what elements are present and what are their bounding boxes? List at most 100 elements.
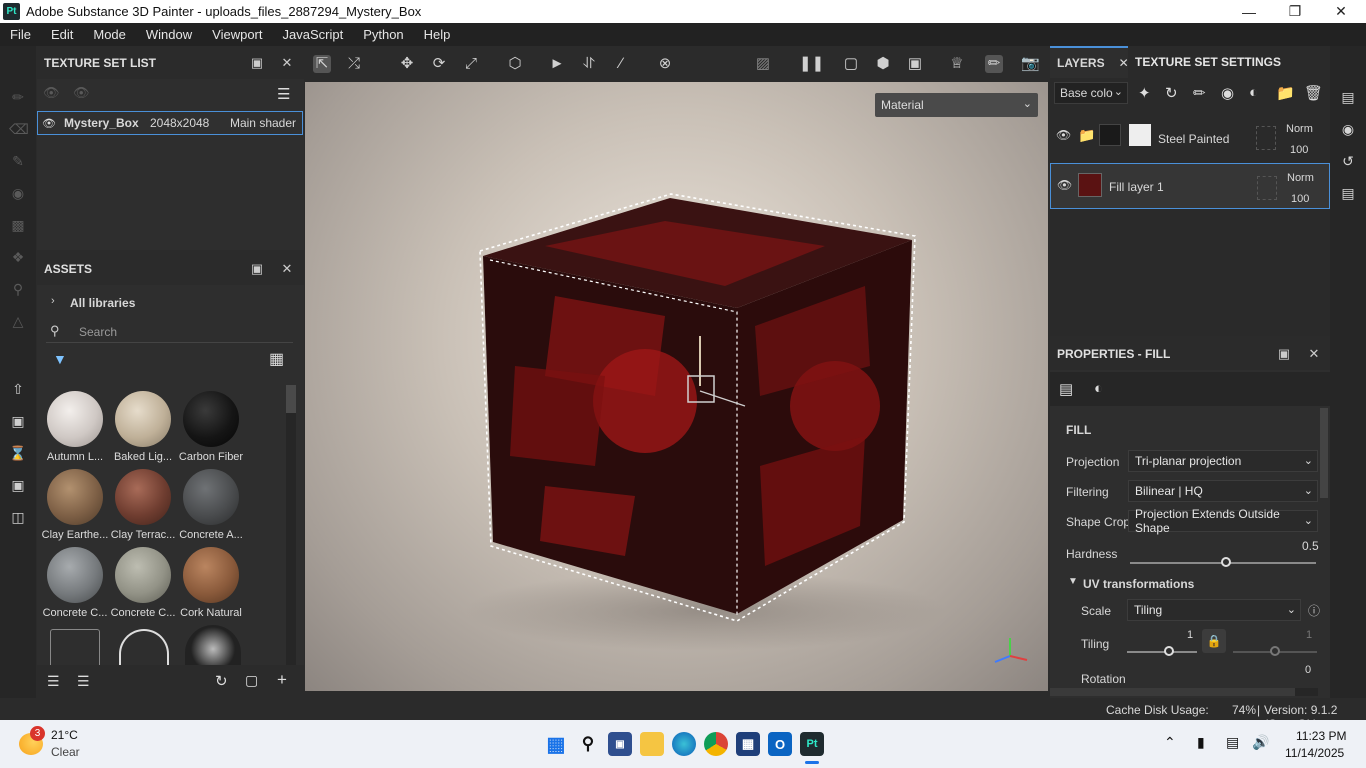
- visibility-icon[interactable]: 👁: [42, 117, 56, 130]
- chrome-icon[interactable]: [704, 732, 728, 756]
- minimize-icon[interactable]: —: [1226, 0, 1272, 23]
- 3d-viewport[interactable]: Material ⌄: [305, 46, 1048, 691]
- properties-hscrollbar[interactable]: [1050, 688, 1318, 696]
- layer-opacity[interactable]: 100: [1290, 144, 1308, 156]
- store-icon[interactable]: ▦: [736, 732, 760, 756]
- layer-row-fill-layer-1[interactable]: 👁 Fill layer 1 Norm 100: [1050, 163, 1330, 209]
- camera-icon[interactable]: ▣: [906, 55, 924, 73]
- display-settings-icon[interactable]: ⌛: [9, 444, 27, 462]
- eye-solo-icon[interactable]: 👁: [73, 85, 90, 101]
- asset-thumbnail-partial[interactable]: [185, 625, 241, 665]
- pause-icon[interactable]: ❚❚: [799, 55, 824, 73]
- menu-mode[interactable]: Mode: [83, 27, 136, 42]
- asset-clay-earthen[interactable]: Clay Earthe...: [41, 469, 109, 541]
- hardness-value[interactable]: 0.5: [1302, 539, 1319, 553]
- assets-scrollbar[interactable]: [286, 385, 296, 665]
- visibility-icon[interactable]: 👁: [1057, 178, 1072, 192]
- texture-set-row[interactable]: 👁 Mystery_Box 2048x2048 Main shader: [37, 111, 303, 135]
- grid-view-icon[interactable]: ▦: [269, 349, 284, 369]
- magic-wand-icon[interactable]: ✦: [1138, 84, 1151, 102]
- lock-icon[interactable]: 🔒: [1202, 629, 1226, 653]
- tiling-slider-u[interactable]: [1127, 651, 1197, 653]
- close-icon[interactable]: ✕: [1318, 0, 1364, 23]
- align-icon[interactable]: ⥯: [580, 55, 598, 73]
- asset-thumbnail-partial[interactable]: [119, 629, 169, 665]
- network-icon[interactable]: ▤: [1226, 734, 1239, 751]
- list-view-icon[interactable]: ☰: [77, 673, 90, 690]
- tab-texture-set-settings[interactable]: TEXTURE SET SETTINGS: [1135, 46, 1281, 78]
- asset-carbon-fiber[interactable]: Carbon Fiber: [177, 391, 245, 463]
- tiling-slider-u-handle[interactable]: [1164, 646, 1174, 656]
- picker-icon[interactable]: ⚲: [9, 280, 27, 298]
- bucket-icon[interactable]: ♕: [948, 55, 966, 73]
- tiling-value-u[interactable]: 1: [1187, 629, 1193, 641]
- menu-window[interactable]: Window: [136, 27, 202, 42]
- filtering-select[interactable]: Bilinear | HQ ⌄: [1128, 480, 1318, 502]
- shader-settings-icon[interactable]: ◫: [9, 508, 27, 526]
- asset-autumn-leaf[interactable]: Autumn L...: [41, 391, 109, 463]
- transform-tool-icon[interactable]: ⤮: [345, 55, 363, 73]
- menu-javascript[interactable]: JavaScript: [272, 27, 353, 42]
- substance-painter-icon[interactable]: Pt: [800, 732, 824, 756]
- export-icon[interactable]: ⇧: [9, 380, 27, 398]
- fill-properties-tab-icon[interactable]: ▤: [1059, 380, 1073, 398]
- clock-time[interactable]: 11:23 PM: [1296, 729, 1346, 743]
- search-field[interactable]: ⚲ Search: [46, 321, 293, 343]
- material-mode-select[interactable]: Material ⌄: [875, 93, 1038, 117]
- undock-icon[interactable]: ▣: [249, 55, 265, 71]
- reset-icon[interactable]: ⊗: [656, 55, 674, 73]
- tiling-slider-v-handle[interactable]: [1270, 646, 1280, 656]
- close-tab-icon[interactable]: ✕: [1119, 56, 1129, 70]
- shape-crop-select[interactable]: Projection Extends Outside Shape ⌄: [1128, 507, 1318, 535]
- log-icon[interactable]: ▤: [1339, 184, 1357, 202]
- weather-condition[interactable]: Clear: [51, 745, 80, 759]
- chevron-down-icon[interactable]: ▼: [1068, 576, 1078, 587]
- history-icon[interactable]: ↺: [1339, 152, 1357, 170]
- close-panel-icon[interactable]: ✕: [279, 261, 295, 277]
- visibility-icon[interactable]: 👁: [1056, 128, 1071, 142]
- tiling-value-v[interactable]: 1: [1306, 629, 1312, 641]
- texture-set-settings-icon[interactable]: ▤: [1339, 88, 1357, 106]
- view-2d-icon[interactable]: ▢: [842, 55, 860, 73]
- rotate-icon[interactable]: ⟳: [430, 55, 448, 73]
- geometry-mask-icon[interactable]: ◉: [9, 184, 27, 202]
- view-3d-icon[interactable]: ⬢: [874, 55, 892, 73]
- brush-icon[interactable]: ✏: [985, 55, 1003, 73]
- search-icon[interactable]: ⚲: [576, 732, 600, 756]
- blend-mode[interactable]: Norm: [1287, 172, 1314, 184]
- menu-edit[interactable]: Edit: [41, 27, 83, 42]
- menu-file[interactable]: File: [0, 27, 41, 42]
- eraser-icon[interactable]: ⌫: [9, 120, 29, 138]
- polygon-fill-icon[interactable]: △: [9, 312, 27, 330]
- mirror-icon[interactable]: ►: [548, 55, 566, 73]
- camera-settings-icon[interactable]: ▣: [9, 476, 27, 494]
- smudge-icon[interactable]: ▩: [9, 216, 27, 234]
- maximize-icon[interactable]: ❐: [1272, 0, 1318, 23]
- fill-layer-icon[interactable]: ◉: [1221, 84, 1234, 102]
- snap-icon[interactable]: ∕: [612, 55, 630, 73]
- bake-icon[interactable]: ▣: [9, 412, 27, 430]
- file-explorer-icon[interactable]: [640, 732, 664, 756]
- hide-icon[interactable]: ▨: [754, 55, 772, 73]
- asset-concrete-a[interactable]: Concrete A...: [177, 469, 245, 541]
- object-mode-icon[interactable]: ⬡: [506, 55, 524, 73]
- eye-outline-icon[interactable]: 👁: [43, 85, 60, 101]
- asset-baked-light[interactable]: Baked Lig...: [109, 391, 177, 463]
- widgets-icon[interactable]: ▣: [608, 732, 632, 756]
- layer-opacity[interactable]: 100: [1291, 193, 1309, 205]
- menu-python[interactable]: Python: [353, 27, 413, 42]
- clone-icon[interactable]: ❖: [9, 248, 27, 266]
- chevron-right-icon[interactable]: ›: [51, 295, 55, 307]
- chevron-up-icon[interactable]: ⌃: [1164, 734, 1176, 751]
- undock-icon[interactable]: ▣: [1276, 346, 1292, 362]
- asset-concrete-c1[interactable]: Concrete C...: [41, 547, 109, 619]
- scale-icon[interactable]: ⤢: [462, 55, 480, 73]
- asset-concrete-c2[interactable]: Concrete C...: [109, 547, 177, 619]
- paint-brush-icon[interactable]: ✏: [9, 88, 27, 106]
- asset-cork-natural[interactable]: Cork Natural: [177, 547, 245, 619]
- folder-icon[interactable]: 📁: [1276, 84, 1295, 102]
- outlook-icon[interactable]: O: [768, 732, 792, 756]
- edge-icon[interactable]: [672, 732, 696, 756]
- scale-select[interactable]: Tiling ⌄: [1127, 599, 1301, 621]
- projection-icon[interactable]: ✎: [9, 152, 27, 170]
